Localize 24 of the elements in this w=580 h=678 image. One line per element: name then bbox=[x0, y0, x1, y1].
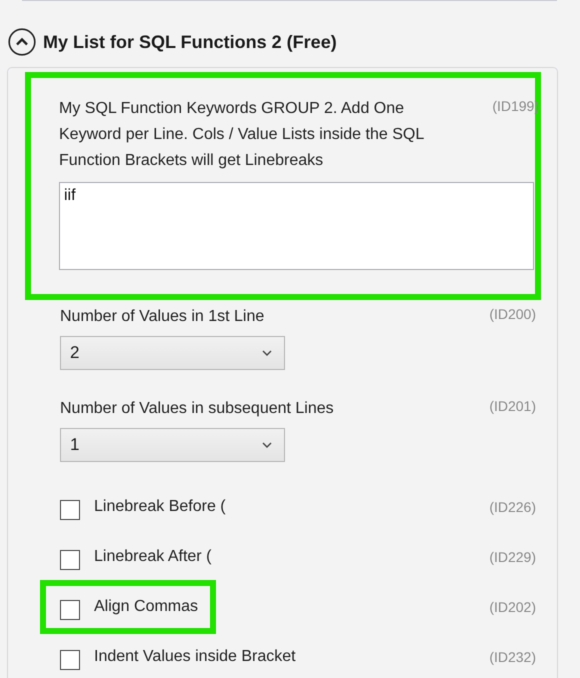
dropdown[interactable]: 1 bbox=[60, 428, 285, 462]
setting-id: (ID229) bbox=[489, 548, 536, 567]
checkbox[interactable] bbox=[60, 650, 80, 670]
setting-label: Number of Values in 1st Line bbox=[60, 307, 264, 327]
keywords-textarea[interactable]: iif bbox=[59, 182, 534, 270]
caret-icon bbox=[262, 442, 272, 448]
setting-id: (ID201) bbox=[489, 397, 536, 416]
setting-id: (ID202) bbox=[489, 598, 536, 617]
checkbox[interactable] bbox=[60, 550, 80, 570]
setting-id: (ID200) bbox=[489, 305, 536, 324]
checkbox-label: Indent Values inside Bracket bbox=[94, 647, 296, 667]
setting-id: (ID226) bbox=[489, 498, 536, 517]
collapse-icon[interactable] bbox=[8, 28, 36, 56]
checkbox-label: Linebreak After ( bbox=[94, 547, 212, 567]
checkbox-label: Linebreak Before ( bbox=[94, 497, 226, 517]
checkbox-label: Align Commas bbox=[94, 597, 198, 617]
checkbox[interactable] bbox=[60, 600, 80, 620]
setting-label: Number of Values in subsequent Lines bbox=[60, 399, 334, 419]
caret-icon bbox=[262, 350, 272, 356]
section-title: My List for SQL Functions 2 (Free) bbox=[43, 32, 337, 52]
dropdown[interactable]: 2 bbox=[60, 336, 285, 370]
checkbox[interactable] bbox=[60, 500, 80, 520]
setting-id: (ID232) bbox=[489, 648, 536, 667]
setting-label: My SQL Function Keywords GROUP 2. Add One Keyword per Line. Cols / Value Lists inside the SQL Function Brackets will get Linebreaks bbox=[59, 99, 425, 171]
